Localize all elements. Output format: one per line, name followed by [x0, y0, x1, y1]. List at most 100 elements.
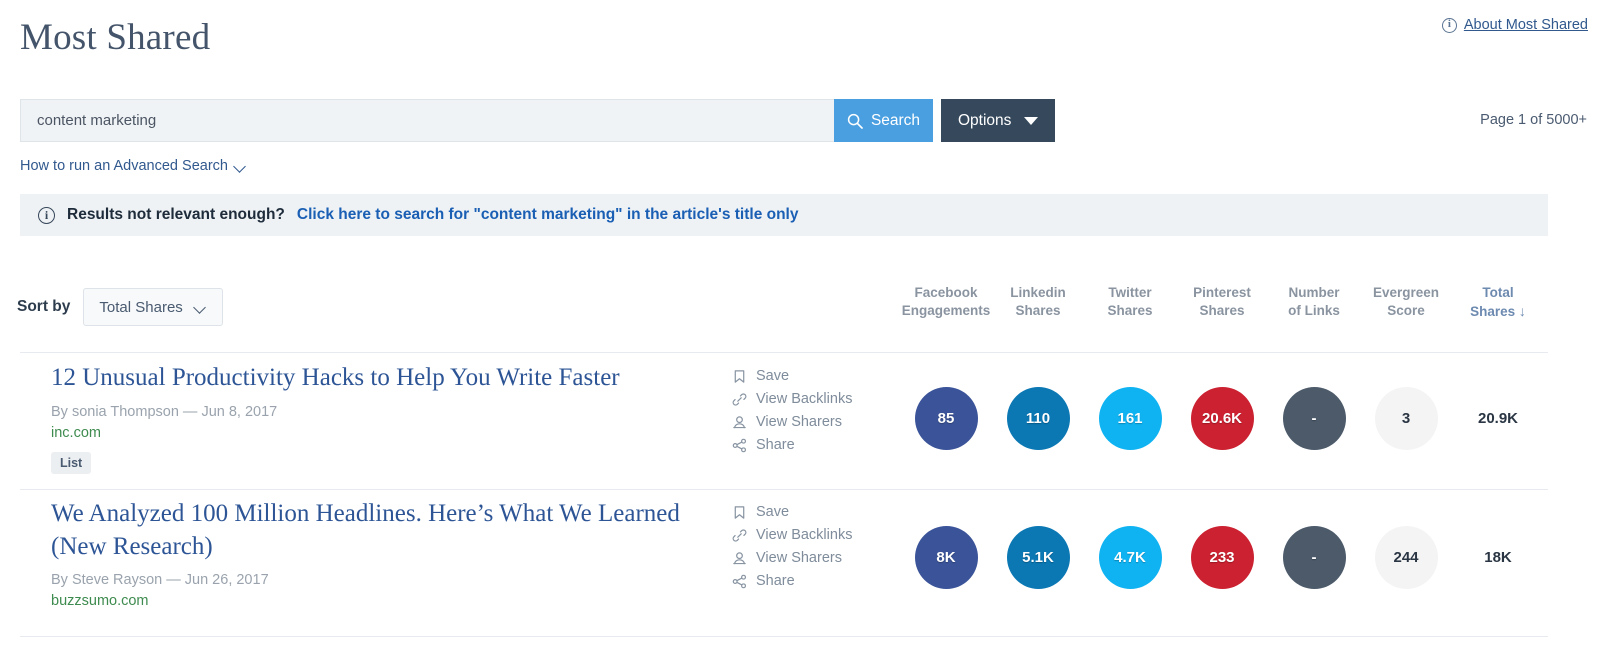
column-header-facebook[interactable]: Facebook Engagements	[900, 284, 992, 321]
view-backlinks-action[interactable]: View Backlinks	[732, 527, 852, 543]
evergreen-bubble: 3	[1375, 387, 1438, 450]
metric-linkedin: 110	[992, 387, 1084, 450]
result-info: 12 Unusual Productivity Hacks to Help Yo…	[51, 362, 711, 474]
result-metrics: 8K 5.1K 4.7K 233 - 244 18K	[900, 526, 1588, 589]
metric-twitter: 161	[1084, 387, 1176, 450]
search-button[interactable]: Search	[834, 99, 933, 142]
row-divider	[20, 489, 1548, 490]
chevron-down-icon	[1024, 117, 1038, 125]
search-row: Search Options	[20, 99, 1055, 142]
share-action[interactable]: Share	[732, 573, 852, 589]
result-meta: By sonia Thompson — Jun 8, 2017	[51, 404, 711, 420]
share-nodes-icon	[732, 438, 747, 453]
result-title[interactable]: We Analyzed 100 Million Headlines. Here’…	[51, 498, 711, 563]
metric-evergreen: 244	[1360, 526, 1452, 589]
share-label: Share	[756, 573, 795, 589]
view-sharers-action[interactable]: View Sharers	[732, 414, 852, 430]
result-domain[interactable]: inc.com	[51, 425, 711, 441]
view-sharers-label: View Sharers	[756, 550, 842, 566]
column-header-twitter[interactable]: Twitter Shares	[1084, 284, 1176, 321]
row-divider	[20, 636, 1548, 637]
col-line2: Shares	[1470, 304, 1515, 319]
col-line2: Score	[1360, 302, 1452, 320]
relevance-banner[interactable]: i Results not relevant enough? Click her…	[20, 194, 1548, 236]
view-sharers-label: View Sharers	[756, 414, 842, 430]
result-info: We Analyzed 100 Million Headlines. Here’…	[51, 498, 711, 609]
total-shares-value: 18K	[1452, 526, 1544, 589]
view-backlinks-label: View Backlinks	[756, 391, 852, 407]
result-actions: Save View Backlinks View Sharers	[732, 504, 852, 596]
metric-twitter: 4.7K	[1084, 526, 1176, 589]
search-input[interactable]	[20, 99, 834, 142]
col-line1: Number	[1268, 284, 1360, 302]
col-line1: Linkedin	[992, 284, 1084, 302]
column-header-linkedin[interactable]: Linkedin Shares	[992, 284, 1084, 321]
col-line1: Evergreen	[1360, 284, 1452, 302]
result-title[interactable]: 12 Unusual Productivity Hacks to Help Yo…	[51, 362, 711, 395]
linkedin-bubble: 5.1K	[1007, 526, 1070, 589]
metric-facebook: 8K	[900, 526, 992, 589]
col-line2: Engagements	[900, 302, 992, 320]
magnifier-icon	[847, 113, 863, 129]
col-line1: Pinterest	[1176, 284, 1268, 302]
save-action[interactable]: Save	[732, 368, 852, 384]
result-metrics: 85 110 161 20.6K - 3 20.9K	[900, 387, 1588, 450]
page-count: Page 1 of 5000+	[1480, 112, 1587, 128]
about-most-shared-label: About Most Shared	[1464, 17, 1588, 33]
col-line1: Total	[1452, 284, 1544, 302]
banner-strong-text: Results not relevant enough?	[67, 206, 285, 224]
person-icon	[732, 415, 747, 430]
sort-by-value: Total Shares	[99, 299, 182, 316]
twitter-bubble: 4.7K	[1099, 526, 1162, 589]
chevron-down-icon	[235, 161, 246, 172]
info-circle-icon: i	[38, 207, 55, 224]
most-shared-page: Most Shared i About Most Shared Search O…	[0, 0, 1604, 646]
view-backlinks-label: View Backlinks	[756, 527, 852, 543]
search-button-label: Search	[871, 112, 920, 130]
total-shares-value: 20.9K	[1452, 387, 1544, 450]
link-icon	[732, 392, 747, 407]
col-line2: Shares	[992, 302, 1084, 320]
col-line2-wrap: Shares ↓	[1452, 302, 1544, 321]
metric-linkedin: 5.1K	[992, 526, 1084, 589]
sort-desc-arrow-icon: ↓	[1519, 303, 1526, 319]
sort-by-select[interactable]: Total Shares	[83, 288, 223, 326]
col-line2: Shares	[1176, 302, 1268, 320]
advanced-search-link[interactable]: How to run an Advanced Search	[20, 158, 246, 174]
link-icon	[732, 528, 747, 543]
metric-links: -	[1268, 526, 1360, 589]
result-domain[interactable]: buzzsumo.com	[51, 593, 711, 609]
result-actions: Save View Backlinks View Sharers	[732, 368, 852, 460]
result-meta: By Steve Rayson — Jun 26, 2017	[51, 572, 711, 588]
info-circle-icon: i	[1442, 18, 1457, 33]
evergreen-bubble: 244	[1375, 526, 1438, 589]
bookmark-icon	[732, 505, 747, 520]
column-header-links[interactable]: Number of Links	[1268, 284, 1360, 321]
options-button-label: Options	[958, 112, 1011, 130]
sort-control: Sort by Total Shares	[17, 288, 223, 326]
metric-evergreen: 3	[1360, 387, 1452, 450]
about-most-shared-link[interactable]: i About Most Shared	[1442, 17, 1588, 33]
options-button[interactable]: Options	[941, 99, 1055, 142]
save-action[interactable]: Save	[732, 504, 852, 520]
twitter-bubble: 161	[1099, 387, 1162, 450]
column-header-evergreen[interactable]: Evergreen Score	[1360, 284, 1452, 321]
links-bubble: -	[1283, 526, 1346, 589]
linkedin-bubble: 110	[1007, 387, 1070, 450]
col-line1: Twitter	[1084, 284, 1176, 302]
banner-title-only-link[interactable]: Click here to search for "content market…	[297, 206, 799, 224]
advanced-search-label: How to run an Advanced Search	[20, 158, 228, 174]
links-bubble: -	[1283, 387, 1346, 450]
save-label: Save	[756, 368, 789, 384]
metric-facebook: 85	[900, 387, 992, 450]
view-backlinks-action[interactable]: View Backlinks	[732, 391, 852, 407]
share-action[interactable]: Share	[732, 437, 852, 453]
col-line1: Facebook	[900, 284, 992, 302]
view-sharers-action[interactable]: View Sharers	[732, 550, 852, 566]
person-icon	[732, 551, 747, 566]
sort-by-label: Sort by	[17, 298, 70, 316]
page-title: Most Shared	[20, 18, 210, 59]
column-header-pinterest[interactable]: Pinterest Shares	[1176, 284, 1268, 321]
column-header-total-shares[interactable]: Total Shares ↓	[1452, 284, 1544, 321]
result-type-badge: List	[51, 452, 91, 474]
